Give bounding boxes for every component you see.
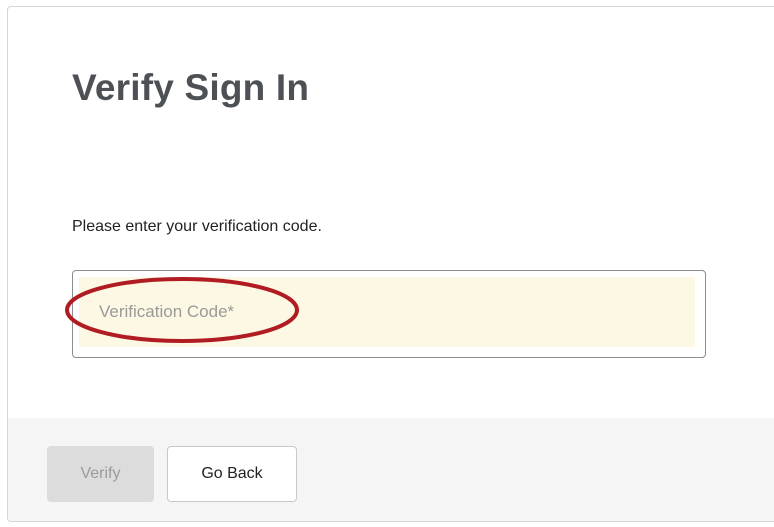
verify-button[interactable]: Verify [47,446,154,502]
page-title: Verify Sign In [72,67,310,108]
verification-code-field [72,270,706,358]
instruction-text: Please enter your verification code. [72,218,322,235]
verify-sign-in-card: Verify Sign In Please enter your verific… [7,6,774,522]
verification-code-input[interactable] [79,277,695,347]
go-back-button[interactable]: Go Back [167,446,297,502]
